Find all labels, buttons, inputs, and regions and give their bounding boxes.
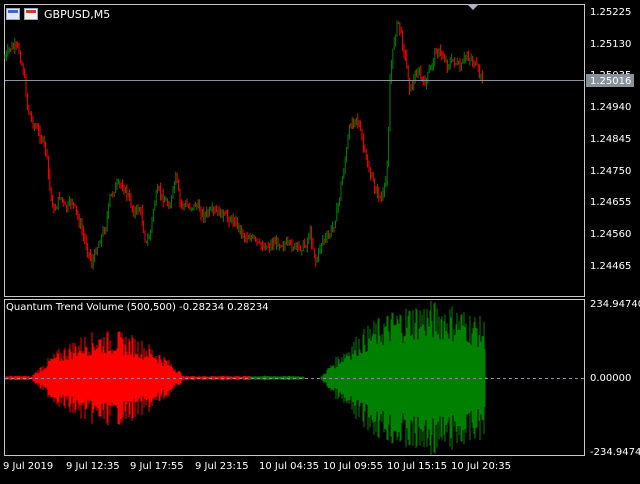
time-axis-label: 10 Jul 09:55 <box>323 461 383 472</box>
price-pane-frame <box>4 4 585 297</box>
indicator-label: Quantum Trend Volume (500,500) -0.28234 … <box>6 302 269 313</box>
current-price-value: 1.25016 <box>590 76 631 87</box>
indicator-axis-label: 0.00000 <box>590 373 631 384</box>
price-axis-label: 1.24560 <box>590 229 631 240</box>
chart-window[interactable]: 1.25225 1.25130 1.25035 1.24940 1.24845 … <box>0 0 640 480</box>
chart-window-icon-2[interactable] <box>24 8 38 20</box>
symbol-title: GBPUSD,M5 <box>44 7 111 21</box>
time-axis: 9 Jul 2019 9 Jul 12:35 9 Jul 17:55 9 Jul… <box>3 461 511 472</box>
symbol-header: GBPUSD,M5 <box>6 6 110 22</box>
price-series <box>4 20 483 270</box>
price-axis-label: 1.25130 <box>590 39 631 50</box>
price-axis-label: 1.24845 <box>590 134 631 145</box>
time-axis-label: 9 Jul 12:35 <box>66 461 120 472</box>
price-axis-label: 1.25225 <box>590 7 631 18</box>
scroll-marker-icon[interactable] <box>467 4 479 10</box>
indicator-axis-label: 234.94740 <box>590 299 640 310</box>
time-axis-label: 9 Jul 23:15 <box>195 461 249 472</box>
price-axis-label: 1.24655 <box>590 197 631 208</box>
chart-window-icon[interactable] <box>6 8 20 20</box>
indicator-axis: 234.94740 0.00000 -234.94740 <box>590 299 640 458</box>
time-axis-label: 10 Jul 15:15 <box>387 461 447 472</box>
price-axis-label: 1.24750 <box>590 166 631 177</box>
price-axis-label: 1.24940 <box>590 102 631 113</box>
time-axis-label: 9 Jul 17:55 <box>130 461 184 472</box>
price-axis: 1.25225 1.25130 1.25035 1.24940 1.24845 … <box>590 7 631 272</box>
chart-canvas[interactable]: 1.25225 1.25130 1.25035 1.24940 1.24845 … <box>0 0 640 480</box>
time-axis-label: 9 Jul 2019 <box>3 461 53 472</box>
price-axis-label: 1.24465 <box>590 261 631 272</box>
time-axis-label: 10 Jul 20:35 <box>451 461 511 472</box>
indicator-axis-label: -234.94740 <box>590 447 640 458</box>
time-axis-label: 10 Jul 04:35 <box>259 461 319 472</box>
